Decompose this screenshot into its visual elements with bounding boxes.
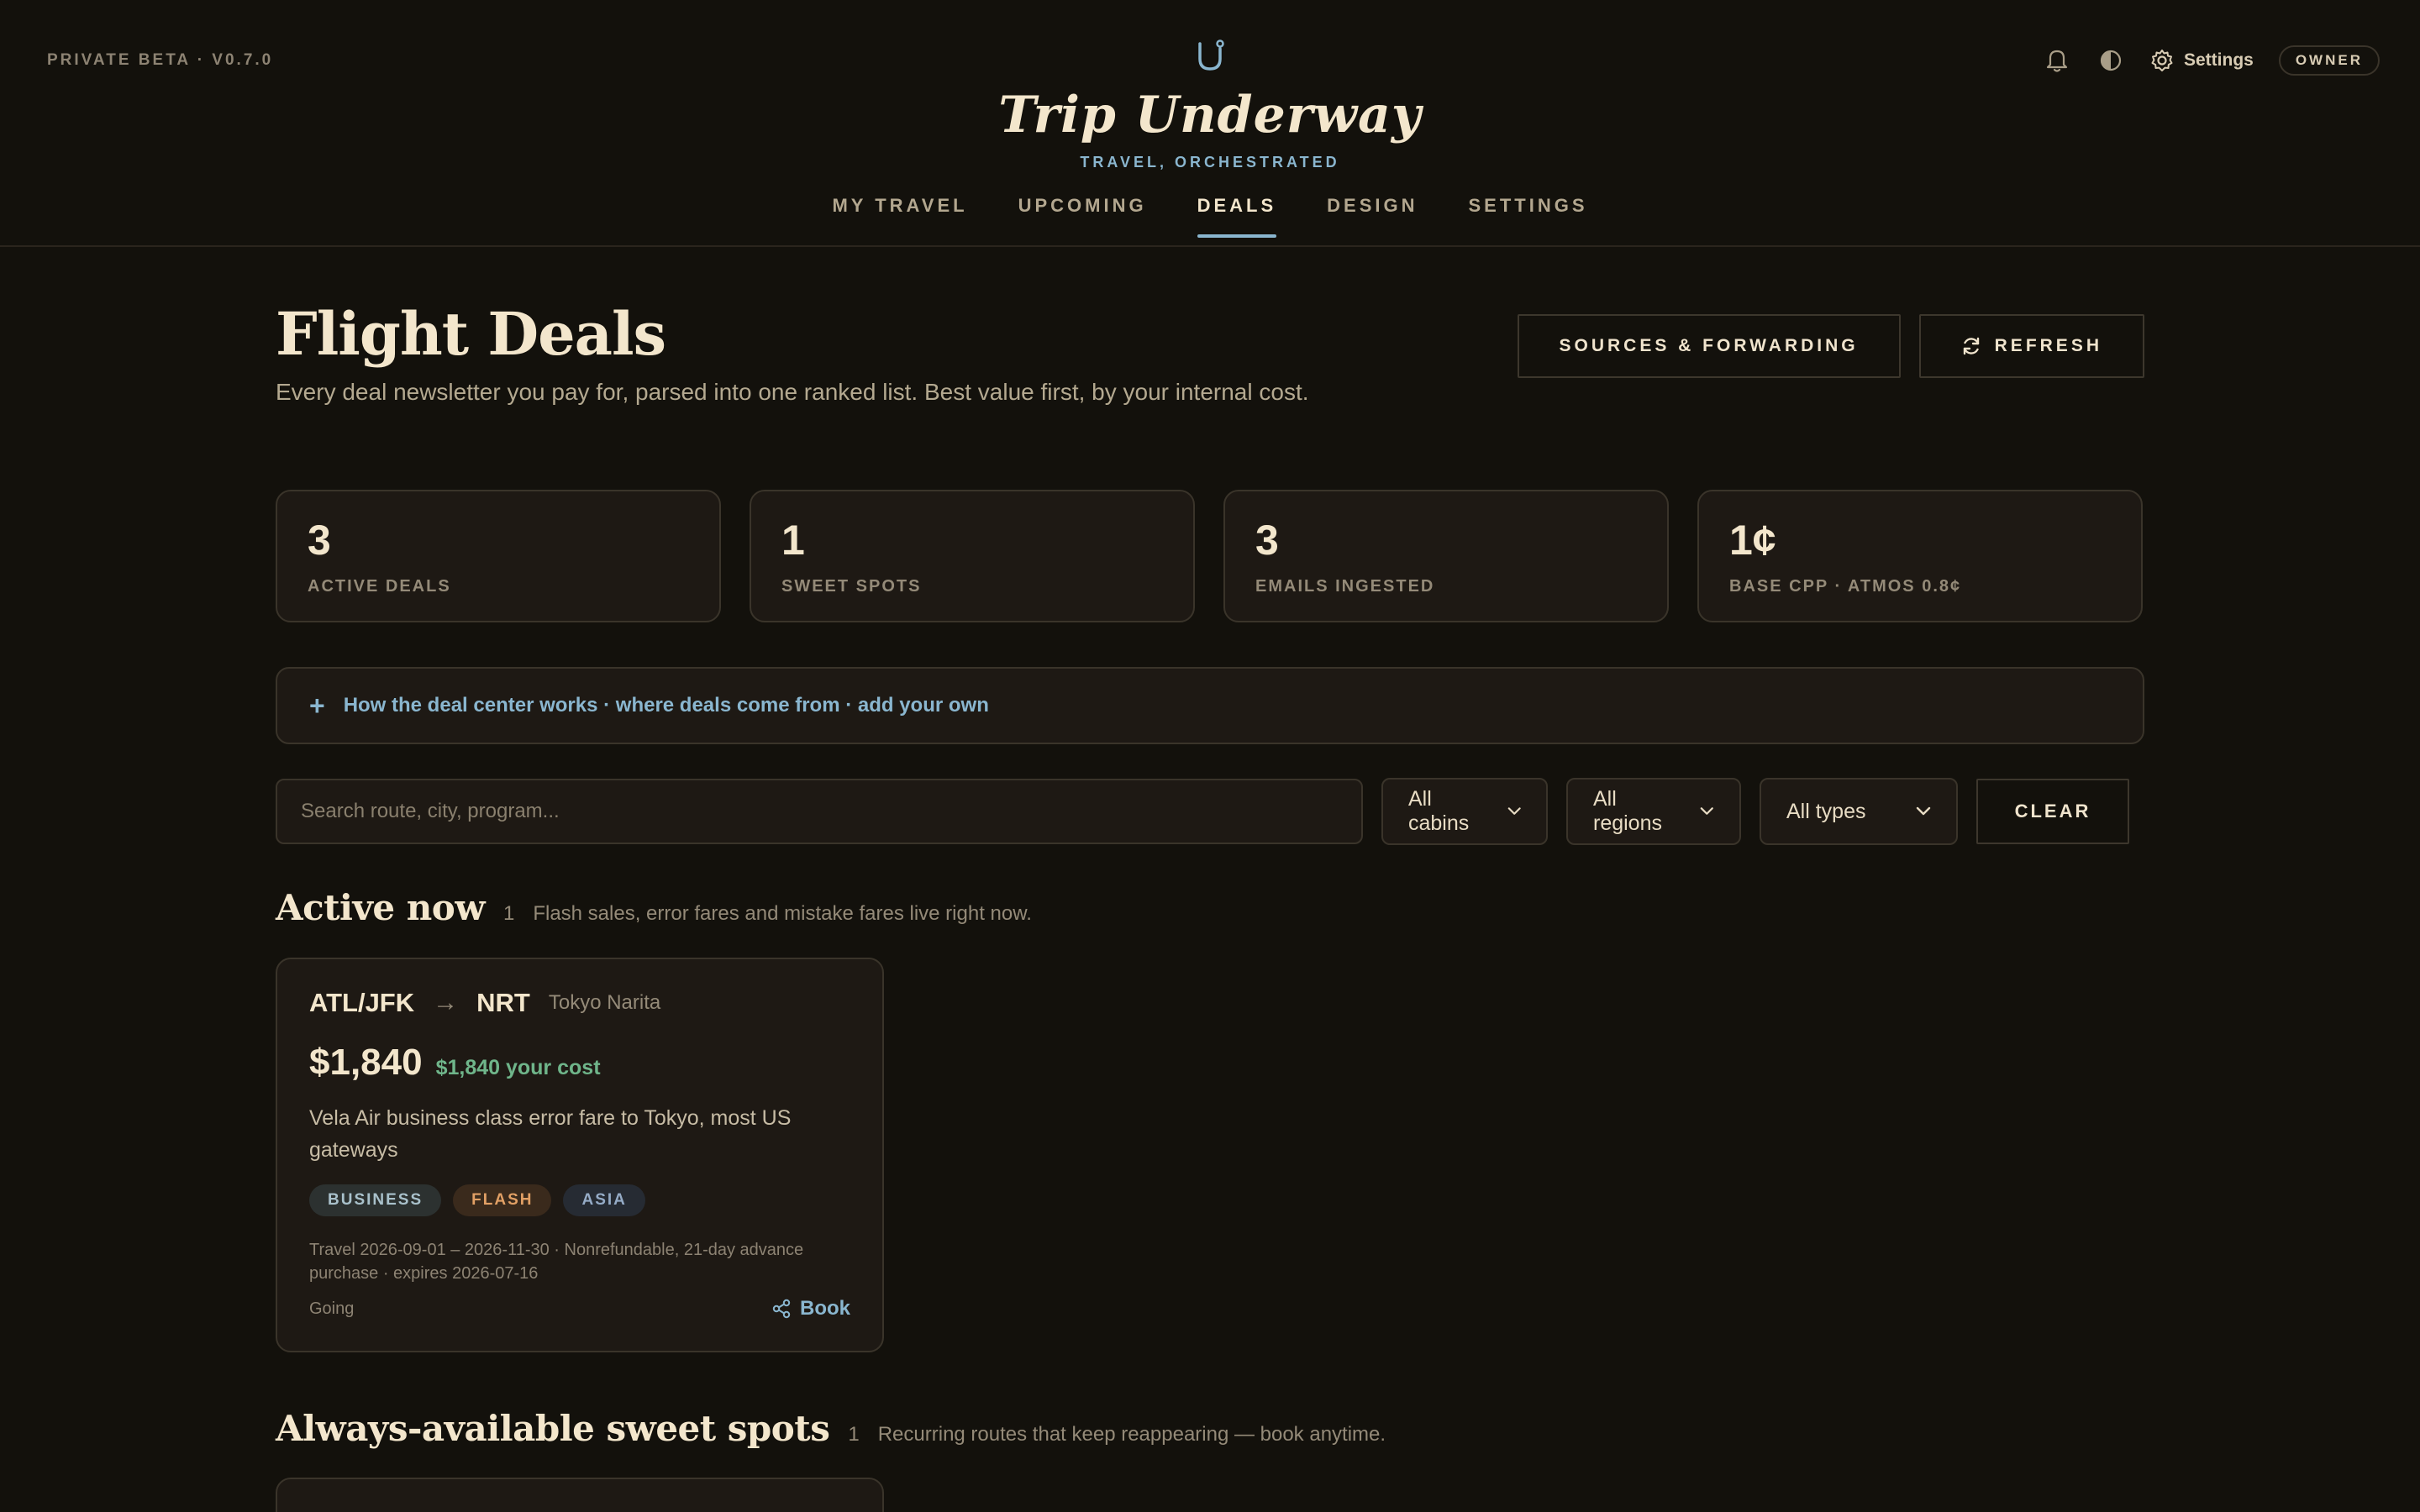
deal-price-row: $1,840 $1,840 your cost <box>309 1042 850 1084</box>
settings-link[interactable]: Settings <box>2150 49 2254 72</box>
header-actions: Settings OWNER <box>2043 45 2380 76</box>
sources-forwarding-label: SOURCES & FORWARDING <box>1559 336 1859 355</box>
page-description: Every deal newsletter you pay for, parse… <box>276 379 1309 405</box>
stat-label: SWEET SPOTS <box>781 577 922 596</box>
page-title: Flight Deals <box>276 299 666 369</box>
sweet-spot-card[interactable] <box>276 1478 884 1512</box>
type-select[interactable]: All types <box>1760 778 1958 845</box>
deal-footer: Going Book <box>309 1297 850 1320</box>
share-icon <box>772 1299 791 1319</box>
how-it-works-label: How the deal center works · where deals … <box>343 694 989 717</box>
brand-title[interactable]: Trip Underway <box>0 86 2420 144</box>
section-description: Flash sales, error fares and mistake far… <box>533 902 1032 925</box>
deal-tags: BUSINESS FLASH ASIA <box>309 1184 850 1216</box>
deal-price: $1,840 <box>309 1042 423 1083</box>
gear-icon <box>2151 50 2173 71</box>
brand-logo-icon[interactable] <box>1195 39 1225 72</box>
chevron-down-icon <box>1701 807 1714 815</box>
deal-description: Vela Air business class error fare to To… <box>309 1106 792 1162</box>
route-origin: ATL/JFK <box>309 988 415 1017</box>
section-count: 1 <box>848 1423 860 1446</box>
stat-card-active-deals: 3 ACTIVE DEALS <box>276 490 721 622</box>
plus-icon: + <box>309 690 325 721</box>
deal-status: Going <box>309 1299 355 1318</box>
sources-forwarding-button[interactable]: SOURCES & FORWARDING <box>1517 314 1901 378</box>
refresh-button[interactable]: REFRESH <box>1918 314 2144 378</box>
theme-toggle-icon[interactable] <box>2096 46 2125 75</box>
stat-card-sweet-spots: 1 SWEET SPOTS <box>750 490 1195 622</box>
notifications-bell-icon[interactable] <box>2043 46 2071 75</box>
section-header-active-now: Active now 1 Flash sales, error fares an… <box>276 887 1032 928</box>
deal-meta: Travel 2026-09-01 – 2026-11-30 · Nonrefu… <box>309 1241 804 1283</box>
role-badge: OWNER <box>2278 45 2380 76</box>
stat-value: 1 <box>781 517 805 564</box>
nav-tab-settings[interactable]: SETTINGS <box>1469 195 1588 237</box>
brand-subtitle: TRAVEL, ORCHESTRATED <box>1080 154 1340 171</box>
book-label: Book <box>800 1297 850 1320</box>
section-title: Active now <box>276 887 485 928</box>
nav-tab-design[interactable]: DESIGN <box>1327 195 1418 237</box>
section-description: Recurring routes that keep reappearing —… <box>877 1423 1386 1446</box>
tag-asia: ASIA <box>563 1184 645 1216</box>
stat-card-base-cpp: 1¢ BASE CPP · ATMOS 0.8¢ <box>1697 490 2143 622</box>
stat-value: 3 <box>308 517 331 564</box>
tag-business: BUSINESS <box>309 1184 442 1216</box>
tag-flash: FLASH <box>453 1184 552 1216</box>
filter-bar: All cabins All regions All types CLEAR <box>276 778 2129 845</box>
region-select-value: All regions <box>1593 787 1662 835</box>
deal-route: ATL/JFK → NRT Tokyo Narita <box>309 988 850 1018</box>
section-count: 1 <box>502 902 515 925</box>
top-header: PRIVATE BETA · V0.7.0 Trip Underway TRAV… <box>0 0 2420 247</box>
cabin-select-value: All cabins <box>1408 787 1470 835</box>
stat-value: 3 <box>1255 517 1279 564</box>
route-destination: NRT <box>476 988 530 1017</box>
cabin-select[interactable]: All cabins <box>1381 778 1548 845</box>
clear-filters-button[interactable]: CLEAR <box>1976 779 2129 844</box>
route-destination-city: Tokyo Narita <box>548 991 661 1014</box>
arrow-right-icon: → <box>433 989 459 1016</box>
stat-label: EMAILS INGESTED <box>1255 577 1435 596</box>
deal-your-cost: $1,840 your cost <box>435 1056 601 1079</box>
nav-tab-my-travel[interactable]: MY TRAVEL <box>832 195 967 237</box>
nav-tab-deals[interactable]: DEALS <box>1197 195 1277 238</box>
page-actions: SOURCES & FORWARDING REFRESH <box>1517 314 2144 378</box>
chevron-down-icon <box>1916 806 1931 816</box>
refresh-label: REFRESH <box>1994 336 2102 355</box>
search-input[interactable] <box>276 779 1363 844</box>
stat-value: 1¢ <box>1729 517 1776 564</box>
nav-tab-upcoming[interactable]: UPCOMING <box>1018 195 1147 237</box>
stat-card-emails-ingested: 3 EMAILS INGESTED <box>1223 490 1669 622</box>
settings-label: Settings <box>2183 50 2254 70</box>
stat-label: ACTIVE DEALS <box>308 577 451 596</box>
section-title: Always-available sweet spots <box>276 1408 830 1449</box>
how-it-works-expander[interactable]: + How the deal center works · where deal… <box>276 667 2144 744</box>
book-link[interactable]: Book <box>771 1297 850 1320</box>
refresh-icon <box>1963 337 1979 355</box>
clear-label: CLEAR <box>2014 801 2091 822</box>
section-header-sweet-spots: Always-available sweet spots 1 Recurring… <box>276 1408 1386 1449</box>
chevron-down-icon <box>1507 807 1521 815</box>
type-select-value: All types <box>1786 799 1866 823</box>
beta-version-label: PRIVATE BETA · V0.7.0 <box>47 51 274 69</box>
stats-row: 3 ACTIVE DEALS 1 SWEET SPOTS 3 EMAILS IN… <box>276 490 2143 622</box>
stat-label: BASE CPP · ATMOS 0.8¢ <box>1729 577 1962 596</box>
deal-card[interactable]: ATL/JFK → NRT Tokyo Narita $1,840 $1,840… <box>276 958 884 1352</box>
main-nav: MY TRAVEL UPCOMING DEALS DESIGN SETTINGS <box>0 195 2420 238</box>
region-select[interactable]: All regions <box>1566 778 1741 845</box>
